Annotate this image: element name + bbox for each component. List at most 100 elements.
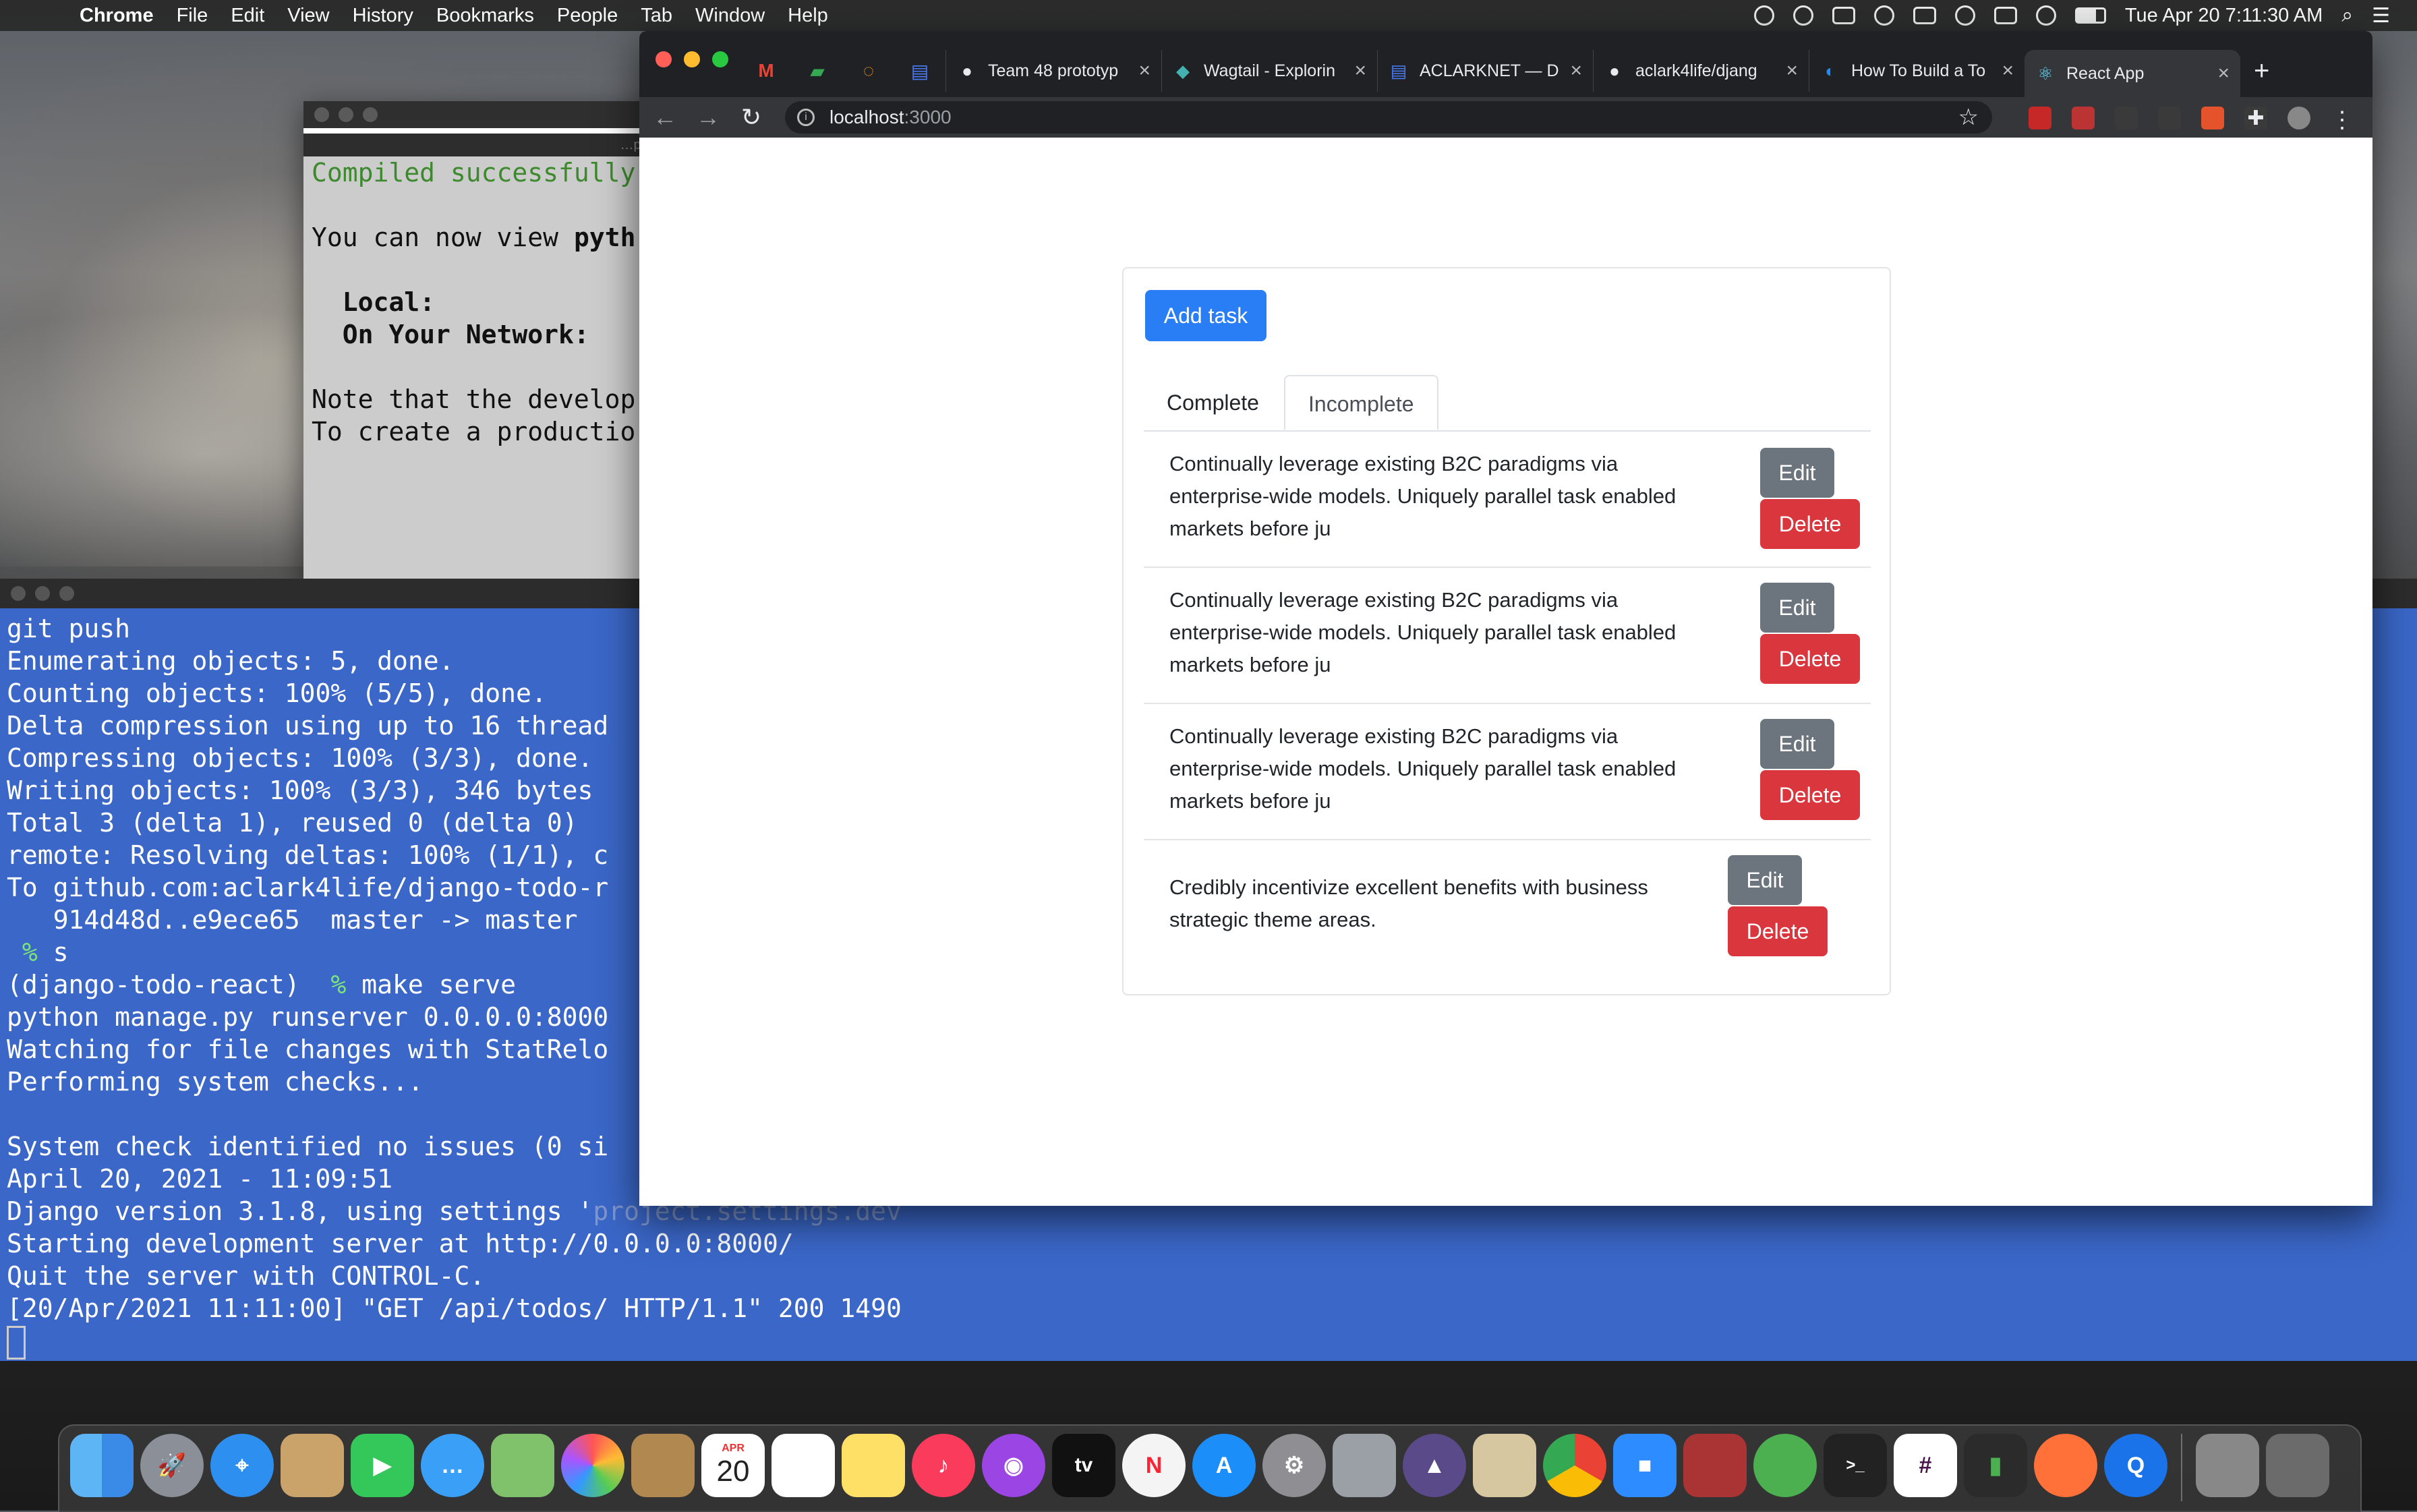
tools-icon[interactable] bbox=[1954, 5, 1975, 26]
tab-aclarknet[interactable]: ▤ ACLARKNET — D × bbox=[1377, 50, 1593, 92]
tab-wagtail[interactable]: ◆ Wagtail - Explorin × bbox=[1161, 50, 1377, 92]
terminal-icon[interactable]: >_ bbox=[1824, 1434, 1887, 1497]
close-tab-icon[interactable]: × bbox=[1786, 59, 1798, 82]
safari-icon[interactable]: ⌖ bbox=[210, 1434, 274, 1497]
drive-icon[interactable] bbox=[1873, 5, 1894, 26]
maps-icon[interactable] bbox=[491, 1434, 554, 1497]
zoom-icon[interactable] bbox=[59, 586, 74, 601]
wifi-icon[interactable] bbox=[2035, 5, 2056, 26]
music-icon[interactable]: ♪ bbox=[912, 1434, 975, 1497]
notes-icon[interactable] bbox=[842, 1434, 905, 1497]
spotlight-icon[interactable]: ⌕ bbox=[2341, 4, 2353, 27]
tab-incomplete[interactable]: Incomplete bbox=[1284, 375, 1438, 430]
terminal-window-dev-server[interactable]: …per/ Compiled successfully You can now … bbox=[303, 101, 668, 587]
menu-history[interactable]: History bbox=[353, 5, 413, 27]
disk-utility-icon[interactable] bbox=[1333, 1434, 1396, 1497]
vpn-icon[interactable] bbox=[1753, 1434, 1817, 1497]
terminal-titlebar[interactable] bbox=[303, 101, 668, 128]
edit-button[interactable]: Edit bbox=[1760, 583, 1834, 633]
messages-icon[interactable]: … bbox=[421, 1434, 484, 1497]
calculator-icon[interactable] bbox=[1473, 1434, 1536, 1497]
close-tab-icon[interactable]: × bbox=[1570, 59, 1582, 82]
activity-monitor-icon[interactable]: ▮ bbox=[1964, 1434, 2027, 1497]
forward-icon[interactable]: → bbox=[687, 103, 730, 132]
back-icon[interactable]: ← bbox=[643, 103, 687, 132]
chrome-window[interactable]: M ▰ ◌ ▤ ● Team 48 prototyp × ◆ Wagtail -… bbox=[639, 31, 2372, 1206]
pen-extension-icon[interactable] bbox=[2115, 107, 2138, 129]
chrome-icon[interactable] bbox=[1543, 1434, 1606, 1497]
finder-icon[interactable] bbox=[70, 1434, 134, 1497]
app-store-icon[interactable]: A bbox=[1192, 1434, 1256, 1497]
close-tab-icon[interactable]: × bbox=[1354, 59, 1366, 82]
weather-icon[interactable] bbox=[1793, 5, 1813, 26]
menu-tab[interactable]: Tab bbox=[641, 5, 672, 27]
calendar-status-icon[interactable] bbox=[1832, 7, 1855, 24]
podcasts-icon[interactable]: ◉ bbox=[982, 1434, 1045, 1497]
extension-icon[interactable] bbox=[2072, 107, 2095, 129]
pinned-tab-chat[interactable]: ▰ bbox=[792, 45, 843, 97]
edit-button[interactable]: Edit bbox=[1760, 448, 1834, 498]
slack-icon[interactable]: # bbox=[1894, 1434, 1957, 1497]
pinned-tab-3[interactable]: ◌ bbox=[843, 45, 894, 97]
site-info-icon[interactable]: i bbox=[797, 109, 815, 126]
contacts-icon[interactable] bbox=[631, 1434, 695, 1497]
facetime-icon[interactable]: ▶ bbox=[351, 1434, 414, 1497]
control-center-icon[interactable]: ☰ bbox=[2372, 4, 2390, 28]
delete-button[interactable]: Delete bbox=[1760, 634, 1860, 684]
lastpass-icon[interactable] bbox=[2029, 107, 2051, 129]
close-icon[interactable] bbox=[11, 586, 26, 601]
menu-bookmarks[interactable]: Bookmarks bbox=[436, 5, 534, 27]
menu-people[interactable]: People bbox=[557, 5, 618, 27]
edit-button[interactable]: Edit bbox=[1728, 855, 1802, 905]
mail-stamp-icon[interactable] bbox=[281, 1434, 344, 1497]
calendar-icon[interactable]: APR 20 bbox=[701, 1434, 765, 1497]
tab-how-to-build[interactable]: ◐ How To Build a To × bbox=[1809, 50, 2025, 92]
close-icon[interactable] bbox=[314, 107, 329, 122]
menu-edit[interactable]: Edit bbox=[231, 5, 264, 27]
battery-icon[interactable] bbox=[2074, 7, 2106, 24]
puzzle-icon[interactable]: ✚ bbox=[2244, 107, 2267, 129]
tab-team48[interactable]: ● Team 48 prototyp × bbox=[945, 50, 1161, 92]
reminders-icon[interactable] bbox=[771, 1434, 835, 1497]
cloud-icon[interactable] bbox=[1913, 7, 1936, 24]
zoom-icon[interactable] bbox=[712, 51, 728, 67]
bookmark-star-icon[interactable]: ☆ bbox=[1958, 104, 1979, 131]
edit-button[interactable]: Edit bbox=[1760, 719, 1834, 769]
address-bar[interactable]: i localhost:3000 ☆ bbox=[785, 101, 1992, 134]
menu-file[interactable]: File bbox=[177, 5, 208, 27]
close-tab-icon[interactable]: × bbox=[2002, 59, 2014, 82]
zoom-app-icon[interactable]: ■ bbox=[1613, 1434, 1677, 1497]
pinned-tab-docs[interactable]: ▤ bbox=[894, 45, 945, 97]
close-tab-icon[interactable]: × bbox=[2217, 62, 2230, 85]
tab-github-repo[interactable]: ● aclark4life/djang × bbox=[1593, 50, 1809, 92]
clock[interactable]: Tue Apr 20 7:11:30 AM bbox=[2125, 5, 2323, 27]
tab-complete[interactable]: Complete bbox=[1144, 375, 1282, 430]
photos-icon[interactable] bbox=[561, 1434, 624, 1497]
delete-button[interactable]: Delete bbox=[1760, 770, 1860, 820]
trash-icon[interactable] bbox=[2266, 1434, 2329, 1497]
avatar[interactable] bbox=[2288, 107, 2310, 129]
tv-icon[interactable]: tv bbox=[1052, 1434, 1115, 1497]
tab-react-app[interactable]: ⚛ React App × bbox=[2025, 50, 2240, 97]
menu-app-name[interactable]: Chrome bbox=[80, 5, 154, 27]
extension-icon[interactable] bbox=[2158, 107, 2181, 129]
delete-button[interactable]: Delete bbox=[1760, 499, 1860, 549]
menu-help[interactable]: Help bbox=[788, 5, 828, 27]
reload-icon[interactable]: ↻ bbox=[730, 103, 773, 132]
proton-icon[interactable]: ▲ bbox=[1403, 1434, 1466, 1497]
extension-icon[interactable] bbox=[2201, 107, 2224, 129]
menu-view[interactable]: View bbox=[287, 5, 329, 27]
quicktime-icon[interactable]: Q bbox=[2104, 1434, 2167, 1497]
more-menu-icon[interactable]: ⋮ bbox=[2331, 107, 2354, 133]
new-tab-icon[interactable]: + bbox=[2254, 56, 2269, 86]
delete-button[interactable]: Delete bbox=[1728, 906, 1828, 956]
airplay-icon[interactable] bbox=[1993, 7, 2017, 24]
minimize-icon[interactable] bbox=[35, 586, 50, 601]
launchpad-icon[interactable]: 🚀 bbox=[140, 1434, 204, 1497]
news-icon[interactable]: N bbox=[1122, 1434, 1186, 1497]
system-preferences-icon[interactable]: ⚙ bbox=[1262, 1434, 1326, 1497]
downloads-stack-icon[interactable] bbox=[2196, 1434, 2259, 1497]
menu-window[interactable]: Window bbox=[695, 5, 765, 27]
firefox-icon[interactable] bbox=[2034, 1434, 2097, 1497]
close-icon[interactable] bbox=[656, 51, 672, 67]
